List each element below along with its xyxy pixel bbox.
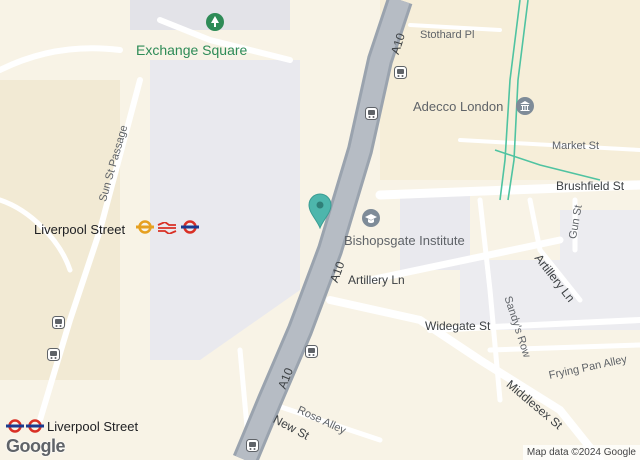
station-label-liverpool-street[interactable]: Liverpool Street [34, 223, 125, 236]
road-label-brushfield-st: Brushfield St [556, 179, 625, 193]
bus-stop-icon[interactable] [394, 66, 407, 84]
location-pin-icon[interactable] [307, 193, 333, 234]
road-label-artillery-ln: Artillery Ln [348, 273, 405, 287]
bus-stop-icon[interactable] [52, 316, 65, 334]
map-canvas[interactable]: Exchange Square Adecco London Bishopsgat… [0, 0, 640, 460]
national-rail-icon[interactable] [156, 220, 178, 239]
bus-stop-icon[interactable] [365, 107, 378, 125]
road-label-market-st: Market St [552, 140, 600, 152]
underground-icon[interactable] [181, 220, 199, 239]
bus-stop-icon[interactable] [47, 348, 60, 366]
road-label-stothard-pl: Stothard Pl [420, 29, 475, 41]
google-logo: Google [6, 436, 66, 456]
bus-stop-icon[interactable] [305, 345, 318, 363]
school-icon[interactable] [361, 208, 381, 233]
map-attribution[interactable]: Map data ©2024 Google [522, 445, 640, 460]
underground-icon[interactable] [136, 220, 154, 239]
place-label-bishopsgate-institute[interactable]: Bishopsgate Institute [344, 234, 465, 247]
place-label-adecco-london[interactable]: Adecco London [413, 100, 503, 113]
tree-icon[interactable] [205, 12, 225, 37]
museum-icon[interactable] [515, 96, 535, 121]
road-label-widegate-st: Widegate St [425, 319, 491, 333]
place-label-exchange-square[interactable]: Exchange Square [136, 43, 247, 57]
bus-stop-icon[interactable] [246, 439, 259, 457]
station-label-liverpool-street-underground[interactable]: Liverpool Street [47, 420, 138, 433]
